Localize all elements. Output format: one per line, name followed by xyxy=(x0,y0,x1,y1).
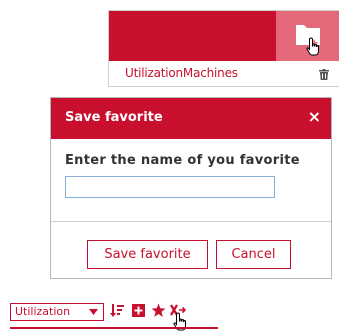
add-icon[interactable] xyxy=(132,304,145,317)
hand-cursor-icon xyxy=(173,312,186,331)
sort-icon[interactable] xyxy=(110,304,124,318)
hand-cursor-icon xyxy=(306,37,319,56)
open-favorites-button[interactable] xyxy=(276,11,339,61)
favorites-panel: UtilizationMachines xyxy=(108,10,339,87)
chevron-down-icon xyxy=(89,309,98,315)
favorite-name-input[interactable] xyxy=(65,176,275,198)
dialog-title: Save favorite xyxy=(65,110,163,125)
star-icon[interactable] xyxy=(151,303,166,318)
favorite-name-label: Enter the name of you favorite xyxy=(65,153,300,168)
dialog-divider xyxy=(51,221,331,222)
favorite-list-item[interactable]: UtilizationMachines xyxy=(109,61,339,86)
favorite-name: UtilizationMachines xyxy=(125,66,238,80)
dialog-header: Save favorite × xyxy=(51,98,331,139)
save-favorite-button[interactable]: Save favorite xyxy=(87,240,208,269)
save-favorite-dialog: Save favorite × Enter the name of you fa… xyxy=(50,97,332,279)
toolbar-underline xyxy=(10,327,218,329)
panel-header xyxy=(109,11,339,61)
trash-icon[interactable] xyxy=(319,69,329,80)
view-select[interactable]: Utilization xyxy=(10,303,104,321)
cancel-button[interactable]: Cancel xyxy=(216,240,291,269)
view-toolbar: Utilization xyxy=(10,296,218,335)
view-select-value: Utilization xyxy=(15,305,71,318)
close-icon[interactable]: × xyxy=(308,107,321,127)
